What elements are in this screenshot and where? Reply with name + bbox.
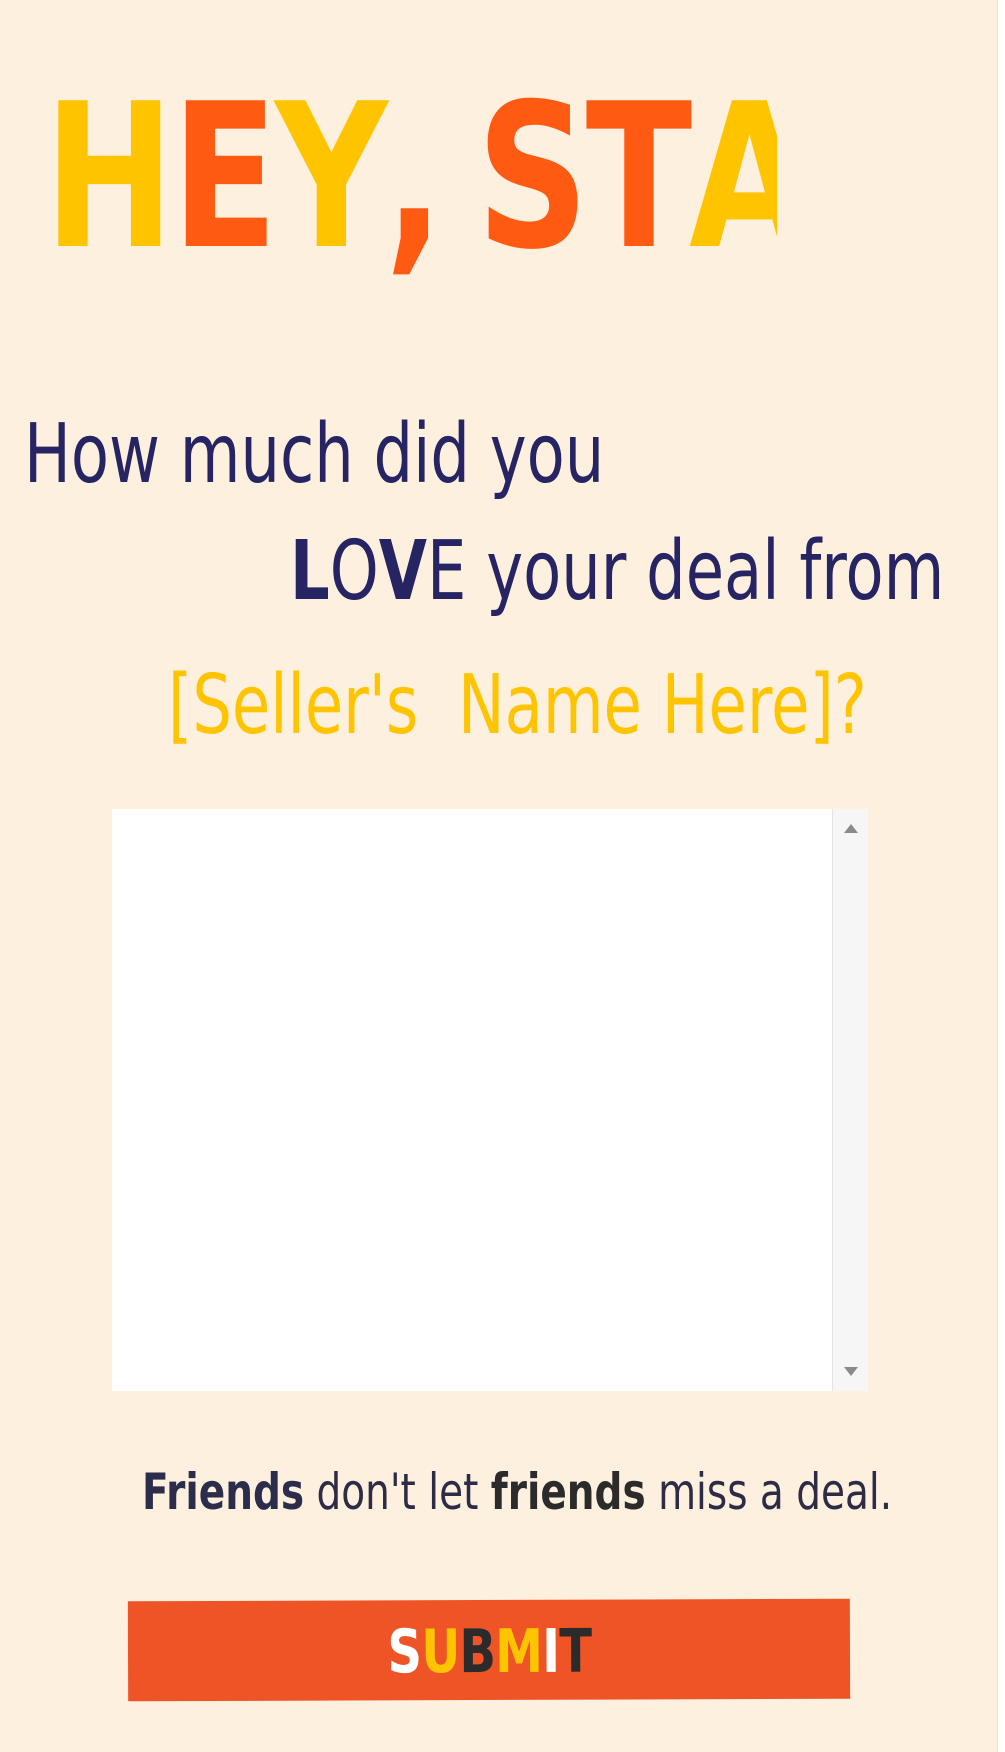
- tagline: Friends don't let friends miss a deal.: [142, 1462, 892, 1522]
- submit-button[interactable]: SUBMIT: [127, 1598, 851, 1702]
- love-word: LOVE: [290, 524, 466, 619]
- love-letter: O: [329, 524, 379, 619]
- hero-letter: E: [171, 78, 278, 278]
- hero-heading: HEY, STACKER: [44, 78, 777, 278]
- hero-letter: S: [476, 78, 588, 278]
- hero-letter: [425, 78, 476, 278]
- comment-scrollbar[interactable]: [832, 809, 868, 1391]
- submit-letter: I: [541, 1616, 560, 1687]
- comment-box: [112, 809, 868, 1391]
- hero-letter: H: [44, 78, 175, 278]
- submit-letter: S: [387, 1617, 422, 1688]
- scroll-down-arrow-icon[interactable]: [844, 1367, 858, 1376]
- love-letter: E: [427, 524, 467, 619]
- tagline-middle: don't let: [304, 1463, 491, 1521]
- feedback-card: HEY, STACKER How much did you LOVE your …: [0, 0, 998, 1752]
- hero-letter: T: [585, 78, 692, 278]
- tagline-end: miss a deal.: [645, 1463, 893, 1521]
- question-line-2: LOVE your deal from: [290, 522, 944, 622]
- submit-letter: M: [494, 1616, 542, 1687]
- question-line-1: How much did you: [24, 407, 605, 502]
- comment-textarea[interactable]: [112, 809, 831, 1391]
- love-letter: V: [378, 524, 428, 619]
- submit-letter: B: [458, 1616, 496, 1688]
- seller-name-placeholder: [Seller's Name Here]?: [168, 658, 867, 753]
- tagline-word-friends-2: friends: [490, 1463, 646, 1521]
- submit-letter: T: [558, 1616, 591, 1687]
- hero-letter: Y: [274, 78, 388, 278]
- scroll-up-arrow-icon[interactable]: [844, 824, 858, 833]
- question-line-2-rest: your deal from: [466, 524, 945, 619]
- submit-label: SUBMIT: [128, 1615, 850, 1690]
- submit-letter: U: [420, 1617, 460, 1688]
- submit-label-letters: SUBMIT: [387, 1616, 591, 1689]
- hero-letter: A: [689, 78, 777, 278]
- love-letter: L: [290, 524, 330, 619]
- tagline-word-friends: Friends: [142, 1463, 305, 1521]
